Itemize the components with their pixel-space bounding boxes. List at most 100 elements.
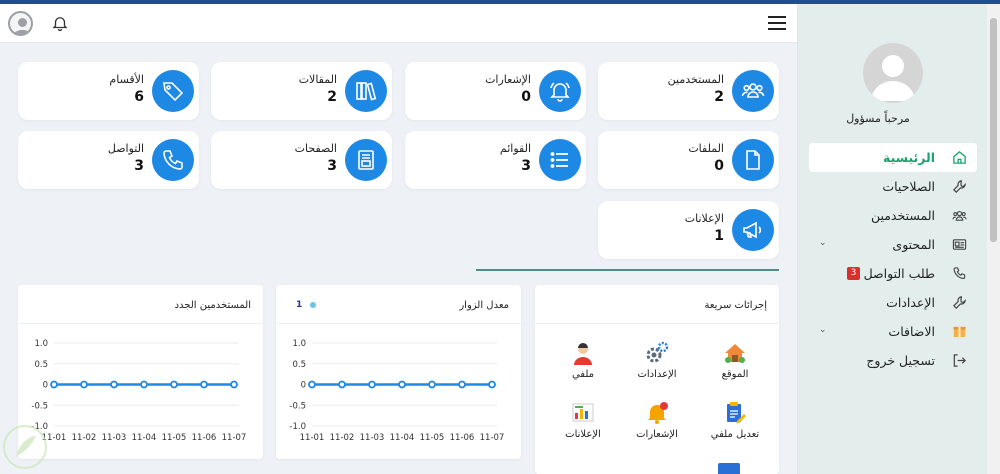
quick-action-label: الإشعارات [636, 429, 678, 440]
quick-action-label: الموقع [721, 369, 749, 380]
phone-icon [953, 267, 966, 280]
sidebar-item-label: المستخدمين [870, 208, 935, 223]
quick-action-settings[interactable]: الإعدادات [627, 340, 687, 380]
data-point[interactable] [398, 380, 406, 389]
data-point[interactable] [80, 380, 88, 389]
tag-icon [152, 70, 194, 112]
sidebar-item-home[interactable]: الرئيسية [809, 143, 977, 172]
data-point[interactable] [200, 380, 208, 389]
sidebar-item-settings[interactable]: الإعدادات [809, 288, 977, 317]
sidebar-menu: الرئيسية الصلاحيات المستخدمين المحتوى ⌄ … [809, 143, 977, 375]
sidebar-item-label: طلب التواصل [863, 266, 935, 281]
data-point[interactable] [50, 380, 58, 389]
file-icon [732, 139, 774, 181]
logo-watermark-icon [3, 425, 47, 469]
data-point[interactable] [110, 380, 118, 389]
x-tick-label: 11-07 [480, 433, 505, 443]
visitors-line-chart: 1.0 0.5 0 -0.5 -1.011-01 11-02 11-03 11-04 11-05… [289, 339, 505, 443]
y-tick-label: -0.5 [31, 401, 48, 411]
x-tick-label: 11-06 [450, 433, 475, 443]
quick-action-ads[interactable]: الإعلانات [553, 400, 613, 440]
data-point[interactable] [428, 380, 436, 389]
stat-label: المقالات [298, 73, 337, 86]
quick-action-site[interactable]: الموقع [705, 340, 765, 380]
stat-card-files[interactable]: الملفات 0 [598, 131, 779, 189]
y-tick-label: -1.0 [289, 422, 306, 432]
profile-avatar[interactable] [863, 43, 923, 103]
chevron-down-icon[interactable]: ⌄ [819, 325, 827, 335]
quick-action-label: الإعلانات [565, 429, 601, 440]
books-icon [345, 70, 387, 112]
bell-icon [539, 70, 581, 112]
data-point[interactable] [488, 380, 496, 389]
wrench-icon [953, 296, 966, 309]
top-header [0, 4, 797, 43]
welcome-text: مرحباً مسؤول [846, 112, 910, 125]
sidebar-item-addons[interactable]: الاضافات ⌄ [809, 317, 977, 346]
gears-icon [646, 341, 669, 363]
scrollbar-thumb[interactable] [990, 18, 997, 242]
data-point[interactable] [458, 380, 466, 389]
sidebar-item-contact-requests[interactable]: طلب التواصل 3 [809, 259, 977, 288]
stat-value: 3 [521, 158, 531, 174]
x-tick-label: 11-02 [72, 433, 97, 443]
quick-action-profile[interactable]: ملفي [553, 340, 613, 380]
y-tick-label: -0.5 [289, 401, 306, 411]
stat-value: 3 [327, 158, 337, 174]
person-icon [574, 343, 592, 365]
data-point[interactable] [308, 380, 316, 389]
stat-label: القوائم [499, 142, 531, 155]
data-point[interactable] [368, 380, 376, 389]
sidebar-item-permissions[interactable]: الصلاحيات [809, 172, 977, 201]
logout-icon [953, 354, 966, 367]
bell-icon[interactable] [51, 14, 69, 32]
stat-card-ads[interactable]: الإعلانات 1 [598, 201, 779, 259]
stat-card-categories[interactable]: الأقسام 6 [18, 62, 199, 120]
stat-label: الملفات [688, 142, 724, 155]
chevron-down-icon[interactable]: ⌄ [819, 238, 827, 248]
stat-card-articles[interactable]: المقالات 2 [211, 62, 392, 120]
x-tick-label: 11-02 [330, 433, 355, 443]
stat-value: 0 [714, 158, 724, 174]
stat-value: 2 [714, 89, 724, 105]
hamburger-menu-button[interactable] [768, 16, 786, 31]
megaphone-icon [732, 209, 774, 251]
quick-actions-panel: إجرائات سريعة الموقع الإعدادات ملفي تعدي… [535, 285, 779, 474]
users-icon [732, 70, 774, 112]
panel-title: إجرائات سريعة [704, 300, 767, 311]
x-tick-label: 11-01 [300, 433, 325, 443]
stat-card-notifications[interactable]: الإشعارات 0 [405, 62, 586, 120]
stat-label: المستخدمين [667, 73, 724, 86]
new-users-line-chart: 1.00.50-0.5-1.011-01 11-02 11-03 11-04 11-05… [31, 339, 247, 443]
quick-action-label: الإعدادات [637, 369, 677, 380]
data-point[interactable] [140, 380, 148, 389]
user-avatar-icon[interactable] [8, 11, 33, 36]
quick-action-more-icon[interactable] [718, 463, 740, 474]
data-point[interactable] [338, 380, 346, 389]
stat-card-contact[interactable]: التواصل 3 [18, 131, 199, 189]
quick-action-edit-profile[interactable]: تعديل ملفي [705, 400, 765, 440]
stat-value: 3 [134, 158, 144, 174]
stat-card-menus[interactable]: القوائم 3 [405, 131, 586, 189]
sidebar-item-content[interactable]: المحتوى ⌄ [809, 230, 977, 259]
stat-card-users[interactable]: المستخدمين 2 [598, 62, 779, 120]
sidebar-item-label: الصلاحيات [882, 179, 935, 194]
page-scrollbar[interactable] [987, 4, 1000, 474]
stat-value: 0 [521, 89, 531, 105]
data-point[interactable] [230, 380, 238, 389]
sidebar-item-users[interactable]: المستخدمين [809, 201, 977, 230]
stat-label: الصفحات [294, 142, 337, 155]
stat-label: التواصل [107, 142, 144, 155]
stat-card-pages[interactable]: الصفحات 3 [211, 131, 392, 189]
x-tick-label: 11-07 [222, 433, 247, 443]
y-tick-label: 0.5 [292, 360, 306, 370]
quick-action-notifications[interactable]: الإشعارات [627, 400, 687, 440]
data-point[interactable] [170, 380, 178, 389]
y-tick-label: 0 [43, 381, 48, 391]
panel-separator [535, 323, 779, 324]
stat-label: الإشعارات [485, 73, 531, 86]
home-icon [953, 151, 966, 164]
users-icon [952, 210, 967, 221]
sidebar-item-label: تسجيل خروج [866, 353, 935, 368]
sidebar-item-logout[interactable]: تسجيل خروج [809, 346, 977, 375]
